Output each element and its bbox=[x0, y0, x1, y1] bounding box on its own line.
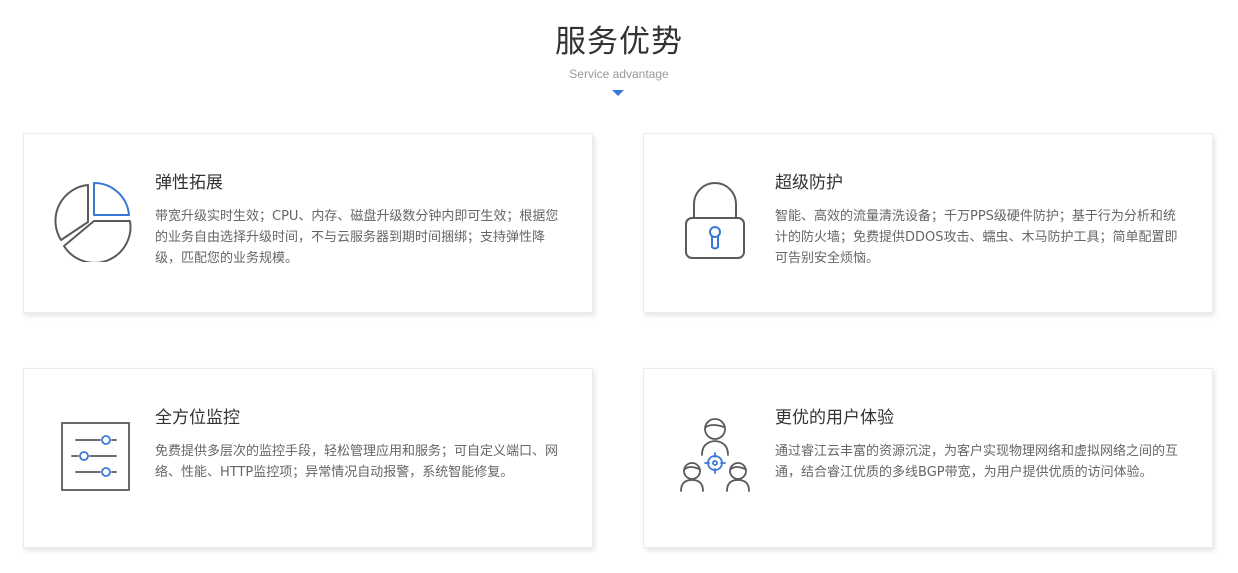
users-target-icon bbox=[674, 415, 756, 497]
section-title: 服务优势 bbox=[555, 24, 683, 60]
feature-title: 全方位监控 bbox=[155, 408, 240, 428]
feature-card-user-experience: 更优的用户体验 通过睿江云丰富的资源沉淀，为客户实现物理网络和虚拟网络之间的互通… bbox=[643, 368, 1213, 548]
feature-title: 超级防护 bbox=[775, 173, 843, 193]
feature-description: 通过睿江云丰富的资源沉淀，为客户实现物理网络和虚拟网络之间的互通，结合睿江优质的… bbox=[775, 444, 1179, 480]
feature-card-elastic: 弹性拓展 带宽升级实时生效；CPU、内存、磁盘升级数分钟内即可生效；根据您的业务… bbox=[23, 133, 593, 313]
feature-title: 弹性拓展 bbox=[155, 173, 223, 193]
feature-card-protection: 超级防护 智能、高效的流量清洗设备；千万PPS级硬件防护；基于行为分析和统计的防… bbox=[643, 133, 1213, 313]
feature-description: 免费提供多层次的监控手段，轻松管理应用和服务；可自定义端口、网络、性能、HTTP… bbox=[155, 444, 559, 480]
padlock-icon bbox=[674, 180, 756, 262]
monitor-sliders-icon bbox=[54, 415, 136, 497]
pie-chart-icon bbox=[54, 180, 136, 262]
feature-description: 带宽升级实时生效；CPU、内存、磁盘升级数分钟内即可生效；根据您的业务自由选择升… bbox=[155, 209, 559, 266]
down-arrow-icon bbox=[612, 90, 624, 96]
service-advantage-section: 服务优势 Service advantage 弹性拓展 带宽升级实时生效；CPU… bbox=[0, 0, 1238, 573]
feature-card-monitoring: 全方位监控 免费提供多层次的监控手段，轻松管理应用和服务；可自定义端口、网络、性… bbox=[23, 368, 593, 548]
feature-title: 更优的用户体验 bbox=[775, 408, 894, 428]
feature-description: 智能、高效的流量清洗设备；千万PPS级硬件防护；基于行为分析和统计的防火墙；免费… bbox=[775, 209, 1178, 266]
section-subtitle: Service advantage bbox=[569, 67, 669, 81]
